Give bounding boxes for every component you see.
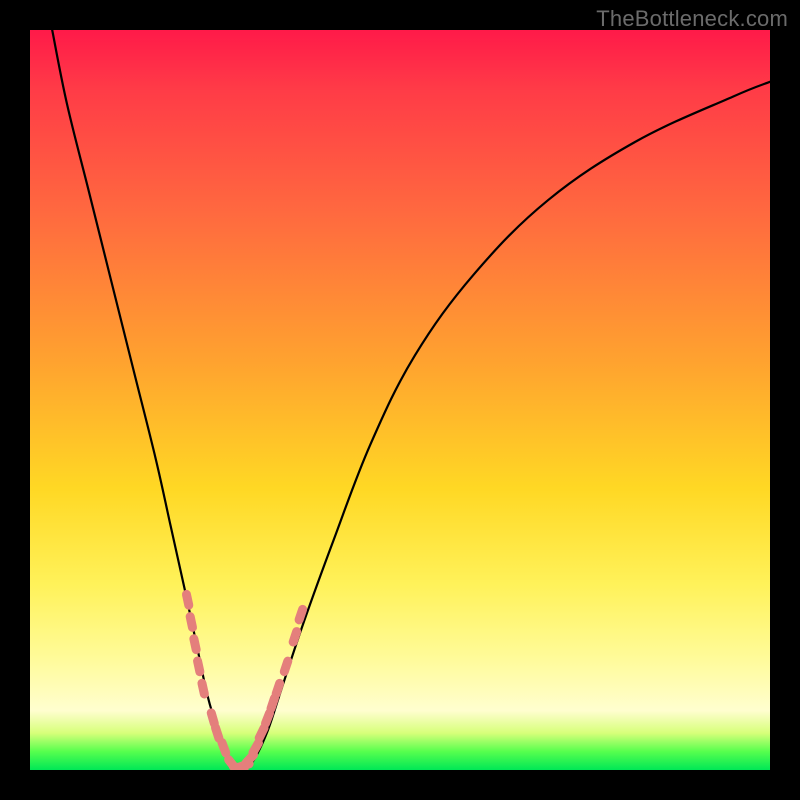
chart-svg [30, 30, 770, 770]
chart-marker [284, 661, 287, 671]
chart-marker [186, 594, 188, 605]
chart-marker [293, 632, 296, 642]
chart-frame: TheBottleneck.com [0, 0, 800, 800]
chart-plot-area [30, 30, 770, 770]
chart-marker [198, 661, 200, 672]
chart-marker [271, 698, 274, 708]
chart-marker [276, 683, 279, 693]
chart-marker [299, 609, 303, 619]
chart-marker [211, 713, 214, 724]
chart-marker [216, 728, 219, 738]
chart-marker [259, 728, 264, 738]
chart-curve [52, 30, 770, 770]
watermark-text: TheBottleneck.com [596, 6, 788, 32]
chart-marker [253, 743, 258, 753]
chart-markers [186, 594, 302, 769]
chart-marker [266, 713, 270, 723]
chart-marker [194, 639, 196, 650]
chart-marker [190, 617, 192, 628]
chart-marker [222, 743, 226, 753]
chart-marker [202, 683, 204, 694]
